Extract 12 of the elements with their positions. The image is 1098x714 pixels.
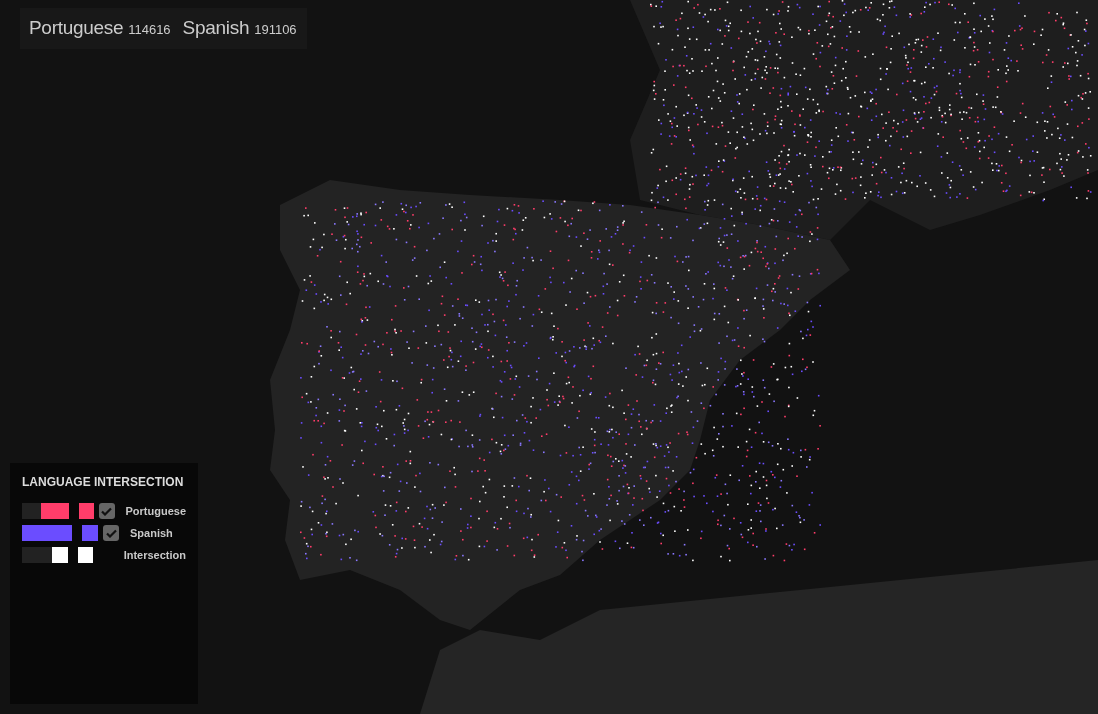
checkmark-icon: [101, 506, 113, 516]
language-name: Portuguese: [29, 17, 124, 39]
legend-label: Portuguese: [125, 505, 186, 517]
checkmark-icon: [105, 528, 117, 538]
language-name: Spanish: [182, 17, 250, 39]
checkbox[interactable]: [103, 525, 119, 541]
language-count: 191106: [254, 22, 297, 37]
language-count: 114616: [128, 22, 171, 37]
legend-label: Intersection: [123, 549, 186, 561]
legend-label: Spanish: [130, 527, 173, 539]
legend-title: LANGUAGE INTERSECTION: [22, 475, 185, 489]
checkbox[interactable]: [99, 503, 115, 519]
